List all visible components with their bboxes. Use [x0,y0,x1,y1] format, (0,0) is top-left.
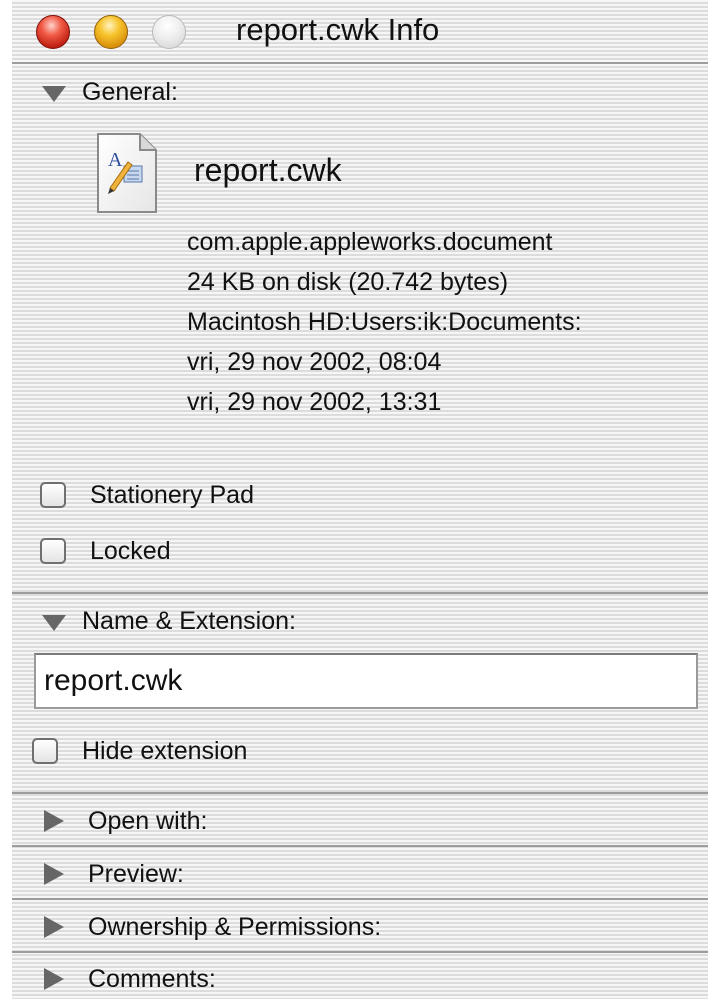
created-value: vri, 29 nov 2002, 08:04 [187,348,442,376]
hide-extension-label[interactable]: Hide extension [82,737,247,766]
modified-value: vri, 29 nov 2002, 13:31 [187,388,442,416]
section-ownership-label: Ownership & Permissions: [88,912,382,941]
hide-extension-row[interactable]: Hide extension [32,733,247,769]
section-name-extension-header[interactable]: Name & Extension: [38,603,296,639]
locked-row[interactable]: Locked [40,533,171,569]
section-comments-header[interactable]: Comments: [38,961,216,997]
section-open-with-label: Open with: [88,806,208,835]
where-value: Macintosh HD:Users:ik:Documents: [187,308,582,336]
section-general-label: General: [82,77,178,106]
triangle-down-icon[interactable] [42,615,66,631]
window-title: report.cwk Info [236,12,440,47]
triangle-right-icon[interactable] [44,863,64,885]
section-preview-label: Preview: [88,859,184,888]
locked-checkbox[interactable] [40,538,66,564]
title-bar[interactable]: report.cwk Info [12,0,708,62]
triangle-right-icon[interactable] [44,916,64,938]
stationery-pad-checkbox[interactable] [40,482,66,508]
locked-label[interactable]: Locked [90,537,171,566]
section-name-extension-label: Name & Extension: [82,606,296,635]
name-field[interactable] [34,653,698,709]
triangle-right-icon[interactable] [44,968,64,990]
titlebar-divider [12,62,708,64]
minimize-button[interactable] [94,15,128,49]
stationery-pad-label[interactable]: Stationery Pad [90,481,254,510]
appleworks-document-icon: A [97,133,157,213]
hide-extension-checkbox[interactable] [32,738,58,764]
kind-value: com.apple.appleworks.document [187,228,553,256]
section-divider [12,792,708,794]
stationery-pad-row[interactable]: Stationery Pad [40,477,254,513]
section-preview-header[interactable]: Preview: [38,856,184,892]
section-ownership-header[interactable]: Ownership & Permissions: [38,909,381,945]
size-value: 24 KB on disk (20.742 bytes) [187,268,509,296]
triangle-right-icon[interactable] [44,810,64,832]
close-button[interactable] [36,15,70,49]
section-comments-label: Comments: [88,964,216,993]
triangle-down-icon[interactable] [42,86,66,102]
svg-text:A: A [108,149,123,171]
section-divider [12,592,708,594]
file-name: report.cwk [194,152,342,188]
section-general-header[interactable]: General: [38,74,178,110]
section-divider [12,845,708,847]
section-open-with-header[interactable]: Open with: [38,803,208,839]
section-divider [12,951,708,953]
zoom-button[interactable] [152,15,186,49]
section-divider [12,898,708,900]
info-window: report.cwk Info General: A report.cwk Ki… [12,0,708,999]
